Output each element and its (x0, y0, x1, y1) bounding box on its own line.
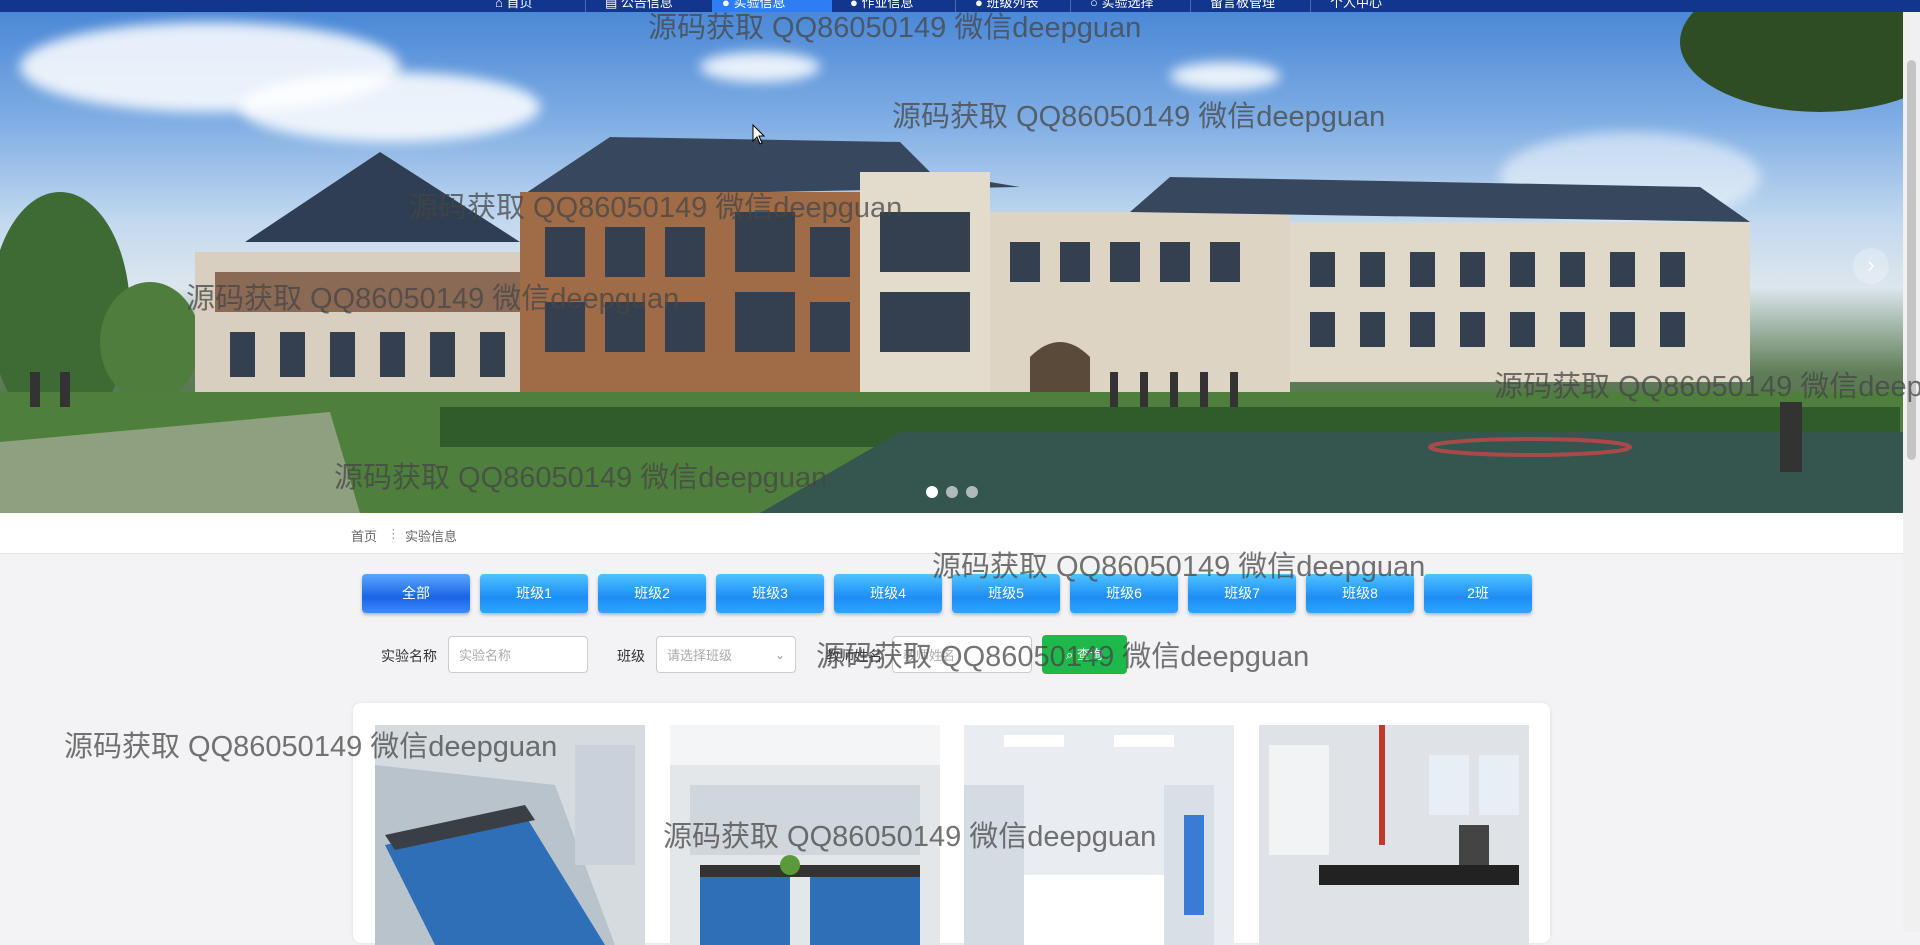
breadcrumb-home[interactable]: 首页 (351, 526, 377, 545)
banner-carousel[interactable]: › (0, 12, 1903, 513)
nav-label: 首页 (506, 0, 533, 10)
tab-class-1[interactable]: 班级1 (480, 574, 588, 613)
experiment-card[interactable] (670, 725, 940, 945)
chevron-down-icon: ⌄ (774, 648, 785, 662)
search-button-label: 查询 (1076, 647, 1103, 662)
class-select-placeholder: 请选择班级 (667, 648, 733, 663)
breadcrumb-current: 实验信息 (405, 529, 458, 544)
nav-label: 留言板管理 (1210, 0, 1276, 10)
nav-divider (585, 0, 586, 12)
search-button[interactable]: ⌕ 查询 (1042, 635, 1127, 674)
lab-photo-3 (964, 725, 1234, 945)
experiment-name-input[interactable]: 实验名称 (448, 636, 588, 673)
carousel-next-button[interactable]: › (1853, 248, 1889, 284)
tab-class-5[interactable]: 班级5 (952, 574, 1060, 613)
nav-item-home[interactable]: ⌂ 首页 (485, 0, 542, 12)
nav-label: 班级列表 (986, 0, 1039, 10)
top-navigation: ⌂ 首页 ▤ 公告信息 ● 实验信息 ● 作业信息 ● 班级列表 ○ 实验选择 … (0, 0, 1920, 12)
page-scrollbar[interactable] (1903, 0, 1920, 932)
nav-label: 作业信息 (861, 0, 914, 10)
experiment-card[interactable] (1259, 725, 1529, 945)
teacher-name-input[interactable]: 教师姓名 (892, 636, 1032, 673)
carousel-dot-3[interactable] (966, 486, 978, 498)
tab-class-8[interactable]: 班级8 (1306, 574, 1414, 613)
carousel-dot-1[interactable] (926, 486, 938, 498)
tab-class-6[interactable]: 班级6 (1070, 574, 1178, 613)
tab-class-4[interactable]: 班级4 (834, 574, 942, 613)
tab-class-3[interactable]: 班级3 (716, 574, 824, 613)
nav-label: 公告信息 (620, 0, 673, 10)
class-select[interactable]: 请选择班级 ⌄ (656, 636, 796, 673)
tab-class-2ban[interactable]: 2班 (1424, 574, 1532, 613)
lab-photo-4 (1259, 725, 1529, 945)
chevron-right-icon: › (1867, 252, 1875, 277)
tab-class-7[interactable]: 班级7 (1188, 574, 1296, 613)
nav-item-homework[interactable]: ● 作业信息 (840, 0, 923, 12)
breadcrumb-separator: ⋮ (387, 526, 400, 541)
breadcrumb: 首页 ⋮ 实验信息 (0, 513, 1903, 554)
search-icon: ⌕ (1066, 647, 1074, 662)
nav-divider (1310, 0, 1311, 12)
teacher-name-placeholder: 教师姓名 (903, 648, 956, 663)
lab-photo-2 (670, 725, 940, 945)
nav-item-experiment[interactable]: ● 实验信息 (712, 0, 832, 12)
nav-label: 实验信息 (733, 0, 786, 10)
experiment-name-placeholder: 实验名称 (459, 648, 512, 663)
teacher-name-label: 教师姓名 (826, 648, 882, 664)
school-building-illustration (0, 12, 1903, 513)
tab-all[interactable]: 全部 (362, 574, 470, 613)
nav-item-class-list[interactable]: ● 班级列表 (965, 0, 1048, 12)
nav-divider (955, 0, 956, 12)
tab-class-2[interactable]: 班级2 (598, 574, 706, 613)
scrollbar-thumb[interactable] (1907, 60, 1916, 460)
nav-item-select[interactable]: ○ 实验选择 (1080, 0, 1163, 12)
lab-photo-1 (375, 725, 645, 945)
nav-item-user-center[interactable]: 个人中心 (1320, 0, 1392, 12)
nav-item-bulletin[interactable]: ▤ 公告信息 (595, 0, 683, 12)
nav-label: 实验选择 (1101, 0, 1154, 10)
experiment-card[interactable] (375, 725, 645, 945)
nav-item-message[interactable]: 留言板管理 (1200, 0, 1285, 12)
nav-divider (1190, 0, 1191, 12)
nav-label: 个人中心 (1330, 0, 1383, 10)
experiment-name-label: 实验名称 (381, 648, 437, 664)
experiment-card[interactable] (964, 725, 1234, 945)
mouse-cursor-icon (752, 124, 766, 145)
carousel-dot-2[interactable] (946, 486, 958, 498)
nav-divider (1070, 0, 1071, 12)
class-label: 班级 (617, 648, 645, 664)
